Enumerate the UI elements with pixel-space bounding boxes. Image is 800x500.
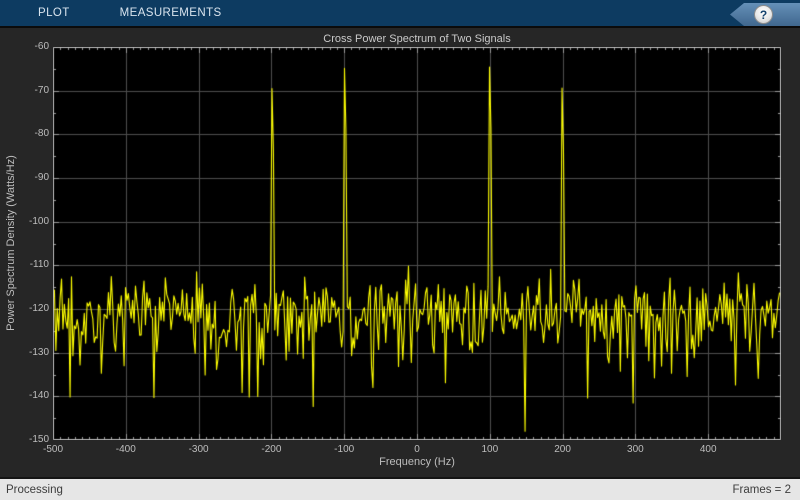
y-tick-label: -140 (28, 390, 49, 402)
x-tick-label: 400 (699, 444, 717, 455)
y-tick-label: -120 (28, 303, 49, 314)
x-tick-label: -100 (334, 444, 355, 455)
y-tick-label: -60 (34, 41, 49, 52)
status-message: Processing (6, 483, 63, 496)
question-mark-icon: ? (759, 7, 768, 22)
spectrum-analyzer-window: PLOT MEASUREMENTS ? Cross Power Spectrum… (0, 0, 800, 500)
toolbar: PLOT MEASUREMENTS ? (0, 0, 800, 28)
x-tick-label: -400 (115, 444, 136, 455)
x-axis-label: Frequency (Hz) (379, 456, 455, 468)
x-tick-label: 0 (414, 444, 420, 455)
x-tick-label: -500 (42, 444, 64, 455)
frames-counter: Frames = 2 (732, 483, 791, 496)
y-tick-label: -70 (34, 84, 49, 96)
figure-area: Cross Power Spectrum of Two Signals Freq… (0, 30, 800, 477)
y-tick-label: -100 (28, 215, 49, 227)
x-tick-label: 100 (481, 444, 499, 455)
x-tick-label: 200 (554, 444, 571, 455)
status-bar: Processing Frames = 2 (0, 477, 800, 500)
spectrum-plot-canvas[interactable] (53, 47, 781, 440)
y-tick-label: -80 (34, 128, 49, 140)
chart-title: Cross Power Spectrum of Two Signals (323, 33, 511, 45)
y-tick-label: -150 (28, 434, 49, 445)
x-tick-label: 300 (627, 444, 644, 455)
help-chevron: ? (730, 3, 800, 26)
y-tick-label: -90 (34, 172, 49, 183)
tab-measurements[interactable]: MEASUREMENTS (120, 7, 222, 19)
x-tick-label: -200 (261, 444, 282, 455)
x-tick-label: -300 (188, 444, 209, 455)
y-tick-label: -130 (28, 346, 49, 358)
help-button[interactable]: ? (754, 5, 773, 24)
y-tick-label: -110 (29, 259, 49, 271)
tab-plot[interactable]: PLOT (38, 7, 70, 19)
